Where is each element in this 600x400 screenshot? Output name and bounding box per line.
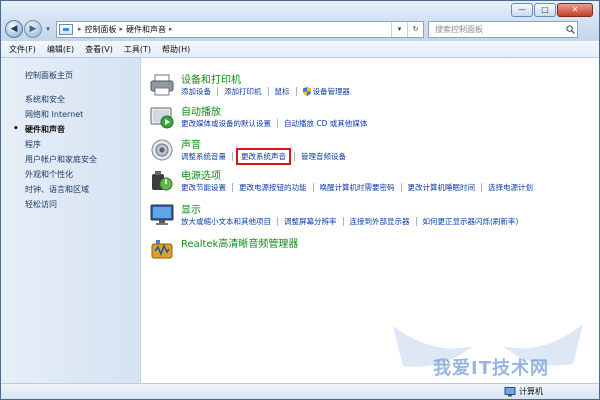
menu-view[interactable]: 查看(V) [85,44,113,55]
status-location: 计算机 [504,386,543,397]
uac-shield-icon [302,87,311,96]
breadcrumb-separator[interactable]: ▸ [169,25,173,33]
link-screen-resolution[interactable]: 调整屏幕分辨率 [284,216,337,227]
link-add-device[interactable]: 添加设备 [181,86,211,97]
menu-help[interactable]: 帮助(H) [162,44,190,55]
maximize-button[interactable]: □ [534,3,556,17]
link-divider [415,217,417,226]
category-title[interactable]: 自动播放 [181,103,221,118]
sidebar-item-system-security[interactable]: 系统和安全 [25,92,97,107]
status-bar: 计算机 [1,383,599,399]
link-adjust-volume[interactable]: 调整系统音量 [181,151,226,162]
content-area: 控制面板主页 系统和安全 网络和 Internet 硬件和声音 程序 用户帐户和… [1,58,599,383]
realtek-audio-icon[interactable] [149,236,175,262]
category-title[interactable]: Realtek高清晰音频管理器 [181,235,298,250]
back-button[interactable]: ◀ [5,20,23,38]
link-manage-audio-devices[interactable]: 管理音频设备 [301,151,346,162]
link-zoom-text[interactable]: 放大或缩小文本和其他项目 [181,216,271,227]
link-divider [295,87,297,96]
link-divider [400,183,402,192]
link-change-media-defaults[interactable]: 更改媒体或设备的默认设置 [181,118,271,129]
address-dropdown-button[interactable]: ▾ [391,21,407,37]
menu-edit[interactable]: 编辑(E) [47,44,74,55]
link-divider [277,119,278,128]
category-links: 更改节能设置 更改电源按钮的功能 唤醒计算机时需要密码 更改计算机睡眠时间 选择… [181,182,533,193]
forward-button[interactable]: ▶ [24,20,42,38]
autoplay-icon[interactable] [149,104,175,130]
category-links: 放大或缩小文本和其他项目 调整屏幕分辨率 连接到外部显示器 如何更正显示器闪烁(… [181,216,518,227]
status-computer-label: 计算机 [519,387,543,396]
power-icon[interactable] [149,168,175,194]
link-divider [267,87,269,96]
link-divider [294,152,295,161]
sidebar-item-clock-language[interactable]: 时钟、语言和区域 [25,182,97,197]
category-links: 添加设备 添加打印机 鼠标 设备管理器 [181,86,350,97]
control-panel-window: — □ ✕ ◀ ▶ ▾ ▸ 控制面板 ▸ 硬件和声音 ▸ ▾ ↻ 搜索控制面板 [0,0,600,400]
printer-icon[interactable] [149,72,175,98]
menu-bar: 文件(F) 编辑(E) 查看(V) 工具(T) 帮助(H) [1,41,599,58]
category-links: 更改媒体或设备的默认设置 自动播放 CD 或其他媒体 [181,118,367,129]
category-links: 调整系统音量 更改系统声音 管理音频设备 [181,148,346,165]
link-power-button-action[interactable]: 更改电源按钮的功能 [239,182,307,193]
link-connect-external-display[interactable]: 连接到外部显示器 [350,216,410,227]
sidebar-item-appearance[interactable]: 外观和个性化 [25,167,97,182]
minimize-button[interactable]: — [511,3,533,17]
sidebar-item-ease-of-access[interactable]: 轻松访问 [25,197,97,212]
menu-tools[interactable]: 工具(T) [124,44,151,55]
link-divider [277,217,278,226]
breadcrumb-separator[interactable]: ▸ [78,25,82,33]
link-divider [312,183,314,192]
speaker-icon[interactable] [149,137,175,163]
navigation-row: ◀ ▶ ▾ ▸ 控制面板 ▸ 硬件和声音 ▸ ▾ ↻ 搜索控制面板 [5,19,595,39]
breadcrumb-control-panel[interactable]: 控制面板 [85,24,117,35]
main-panel: 设备和打印机 添加设备 添加打印机 鼠标 设备管理器 自动播放 更改媒体或设备的… [149,58,599,383]
link-choose-power-plan[interactable]: 选择电源计划 [488,182,533,193]
breadcrumb-hardware-sound[interactable]: 硬件和声音 [126,24,166,35]
sidebar-item-programs[interactable]: 程序 [25,137,97,152]
recent-pages-dropdown[interactable]: ▾ [43,25,53,33]
category-title[interactable]: 声音 [181,136,201,151]
sidebar-item-hardware-sound[interactable]: 硬件和声音 [13,122,97,137]
search-input[interactable]: 搜索控制面板 [428,20,578,38]
link-device-manager[interactable]: 设备管理器 [313,86,351,97]
link-require-password-wake[interactable]: 唤醒计算机时需要密码 [320,182,395,193]
link-autoplay-cd[interactable]: 自动播放 CD 或其他媒体 [284,118,367,129]
category-title[interactable]: 设备和打印机 [181,71,241,86]
search-icon[interactable] [563,22,577,37]
link-divider [232,152,233,161]
breadcrumb-separator[interactable]: ▸ [120,25,124,33]
link-divider [481,183,482,192]
link-change-sleep-time[interactable]: 更改计算机睡眠时间 [408,182,476,193]
link-divider [232,183,233,192]
window-controls: — □ ✕ [510,3,593,17]
address-bar[interactable]: ▸ 控制面板 ▸ 硬件和声音 ▸ ▾ ↻ [56,20,424,38]
menu-file[interactable]: 文件(F) [9,44,36,55]
category-title[interactable]: 电源选项 [181,167,221,182]
link-add-printer[interactable]: 添加打印机 [224,86,262,97]
sidebar-category-list: 系统和安全 网络和 Internet 硬件和声音 程序 用户帐户和家庭安全 外观… [13,92,97,212]
search-placeholder: 搜索控制面板 [435,24,483,34]
link-divider [342,217,344,226]
refresh-button[interactable]: ↻ [407,21,423,37]
sidebar: 控制面板主页 系统和安全 网络和 Internet 硬件和声音 程序 用户帐户和… [1,58,141,383]
control-panel-icon [59,23,73,35]
category-title[interactable]: 显示 [181,201,201,216]
sidebar-item-user-accounts[interactable]: 用户帐户和家庭安全 [25,152,97,167]
link-change-system-sounds[interactable]: 更改系统声音 [236,148,291,165]
monitor-icon[interactable] [149,202,175,228]
title-bar: — □ ✕ ◀ ▶ ▾ ▸ 控制面板 ▸ 硬件和声音 ▸ ▾ ↻ 搜索控制面板 [1,1,599,41]
sidebar-home-link[interactable]: 控制面板主页 [25,70,73,81]
sidebar-item-network-internet[interactable]: 网络和 Internet [25,107,97,122]
computer-icon [504,386,516,396]
close-button[interactable]: ✕ [557,3,593,17]
link-fix-monitor-flicker[interactable]: 如何更正显示器闪烁(刷新率) [423,216,519,227]
link-divider [217,87,218,96]
address-actions: ▾ ↻ [391,21,423,37]
link-change-power-saving[interactable]: 更改节能设置 [181,182,226,193]
link-mouse[interactable]: 鼠标 [275,86,290,97]
